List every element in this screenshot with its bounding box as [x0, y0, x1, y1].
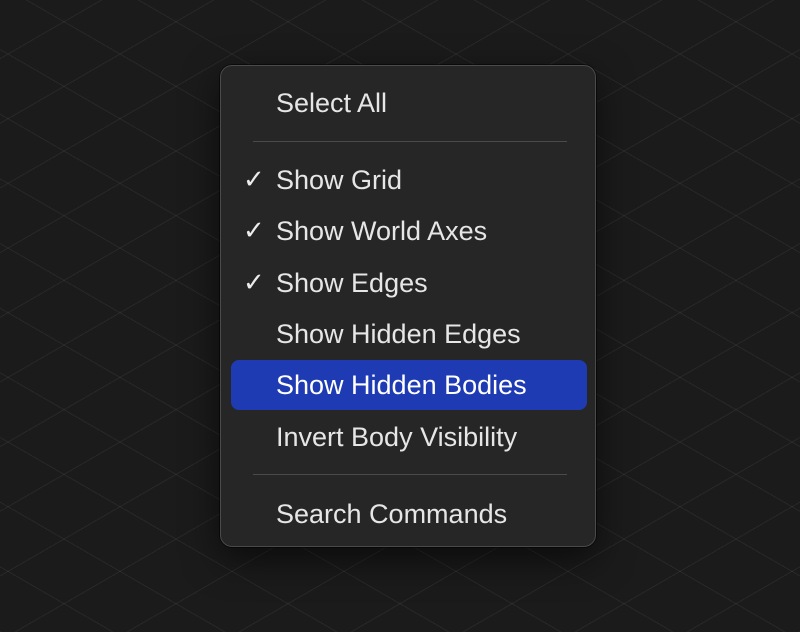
checkmark-icon: ✓: [243, 165, 265, 195]
menu-item-show-edges[interactable]: ✓ Show Edges: [231, 258, 587, 308]
menu-item-label: Show Hidden Edges: [276, 319, 521, 349]
menu-item-search-commands[interactable]: Search Commands: [231, 489, 587, 539]
menu-item-label: Show Hidden Bodies: [276, 370, 527, 400]
context-menu: Select All ✓ Show Grid ✓ Show World Axes…: [220, 65, 596, 547]
menu-item-label: Invert Body Visibility: [276, 422, 518, 452]
menu-item-show-grid[interactable]: ✓ Show Grid: [231, 155, 587, 205]
menu-item-label: Show Edges: [276, 268, 428, 298]
menu-item-label: Search Commands: [276, 499, 508, 529]
menu-item-show-hidden-bodies[interactable]: Show Hidden Bodies: [231, 360, 587, 410]
menu-separator: [253, 474, 567, 475]
checkmark-icon: ✓: [243, 216, 265, 246]
menu-item-invert-body-visibility[interactable]: Invert Body Visibility: [231, 412, 587, 462]
menu-item-show-world-axes[interactable]: ✓ Show World Axes: [231, 206, 587, 256]
menu-item-show-hidden-edges[interactable]: Show Hidden Edges: [231, 309, 587, 359]
menu-separator: [253, 141, 567, 142]
checkmark-icon: ✓: [243, 268, 265, 298]
menu-item-label: Select All: [276, 88, 388, 118]
menu-item-label: Show World Axes: [276, 216, 488, 246]
menu-item-label: Show Grid: [276, 165, 403, 195]
menu-item-select-all[interactable]: Select All: [231, 78, 587, 128]
